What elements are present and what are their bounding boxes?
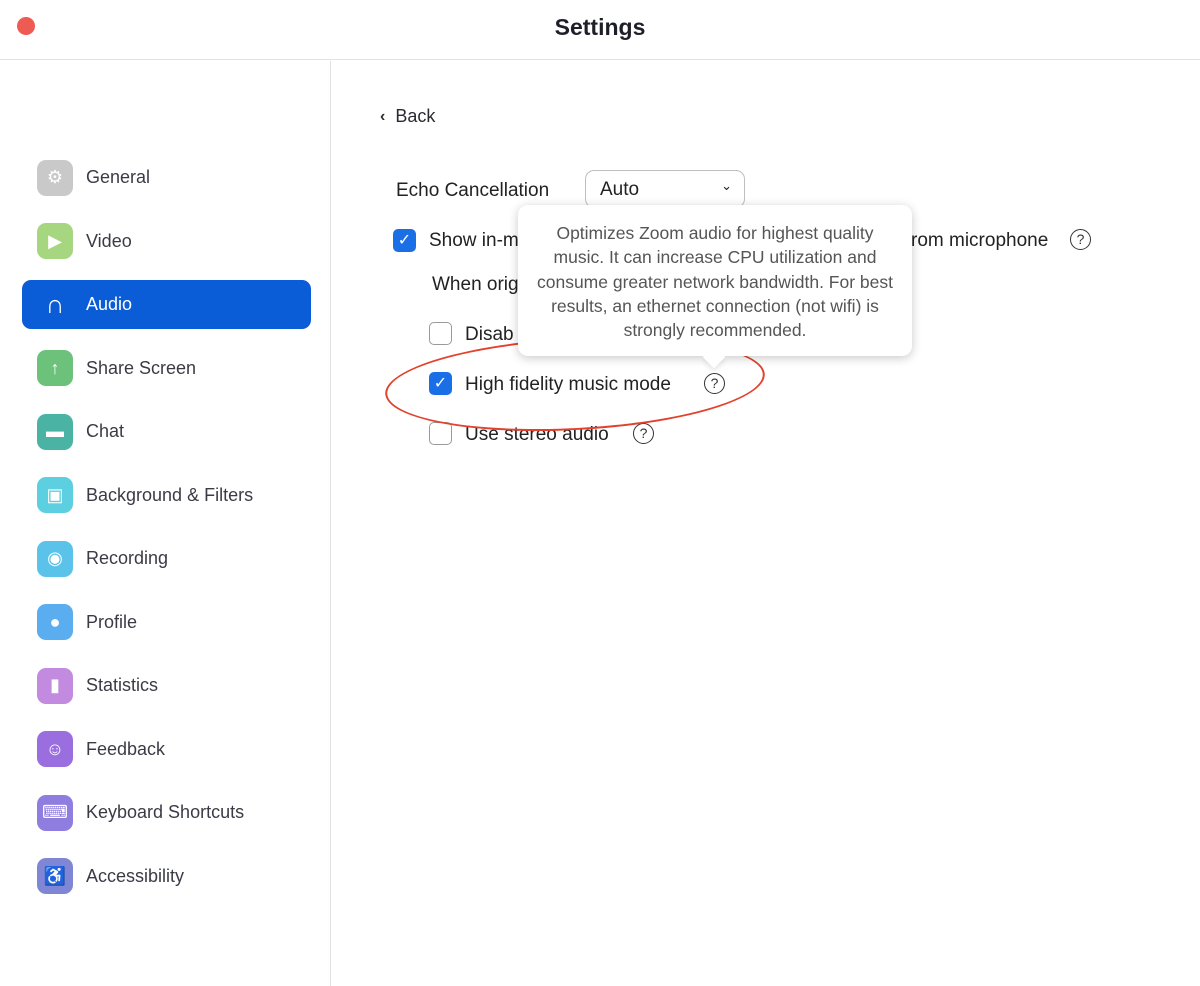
gear-icon: ⚙ <box>37 159 73 196</box>
back-label: Back <box>395 106 436 126</box>
disable-label: Disab <box>465 324 514 345</box>
share-screen-icon: ↑ <box>37 350 73 386</box>
high-fidelity-tooltip: Optimizes Zoom audio for highest quality… <box>518 205 912 356</box>
headphones-icon: ∩ <box>45 289 65 319</box>
sidebar-item-keyboard-shortcuts[interactable]: ⌨ Keyboard Shortcuts <box>22 788 311 837</box>
echo-cancellation-value: Auto <box>600 179 640 200</box>
sidebar-item-share-screen[interactable]: ↑ Share Screen <box>22 344 311 393</box>
echo-cancellation-select[interactable]: Auto ⌄ <box>585 170 745 208</box>
sidebar-item-label: Recording <box>86 548 169 568</box>
disable-checkbox[interactable] <box>429 322 452 345</box>
sidebar-item-feedback[interactable]: ☺ Feedback <box>22 725 311 774</box>
sidebar-item-statistics[interactable]: ▮ Statistics <box>22 661 311 710</box>
settings-sidebar: ⚙ General ▶ Video ∩ Audio ↑ Share Screen ▬ Chat ▣ B… <box>0 61 331 986</box>
chevron-down-icon: ⌄ <box>721 178 732 193</box>
sidebar-item-label: Audio <box>86 294 133 314</box>
stereo-audio-checkbox[interactable] <box>429 422 452 445</box>
chevron-left-icon: ‹ <box>380 107 386 125</box>
show-in-meeting-checkbox[interactable]: ✓ <box>393 229 416 252</box>
sidebar-item-label: Background & Filters <box>86 484 254 505</box>
smiley-icon: ☺ <box>37 731 73 767</box>
stereo-help-icon[interactable]: ? <box>633 423 654 444</box>
chat-bubble-icon: ▬ <box>37 413 73 450</box>
window-title: Settings <box>554 14 646 40</box>
help-icon[interactable]: ? <box>1070 229 1091 250</box>
sidebar-item-video[interactable]: ▶ Video <box>22 217 311 266</box>
original-sound-label: When orig <box>432 274 519 295</box>
sidebar-item-label: Keyboard Shortcuts <box>86 802 245 822</box>
echo-cancellation-label: Echo Cancellation <box>396 180 550 201</box>
show-in-meeting-label-end: rom microphone <box>911 230 1049 251</box>
sidebar-item-audio[interactable]: ∩ Audio <box>22 280 311 329</box>
background-icon: ▣ <box>37 477 73 513</box>
sidebar-item-label: Profile <box>86 611 138 632</box>
sidebar-item-label: General <box>86 167 151 187</box>
sidebar-item-background-filters[interactable]: ▣ Background & Filters <box>22 471 311 520</box>
back-button[interactable]: ‹ Back <box>380 106 435 127</box>
sidebar-item-label: Chat <box>86 421 125 441</box>
sidebar-item-label: Video <box>86 230 132 251</box>
title-bar: Settings <box>0 0 1200 60</box>
sidebar-item-label: Accessibility <box>86 865 185 886</box>
sidebar-item-general[interactable]: ⚙ General <box>22 153 311 202</box>
sidebar-item-label: Statistics <box>86 675 159 695</box>
sidebar-item-recording[interactable]: ◉ Recording <box>22 534 311 583</box>
bar-chart-icon: ▮ <box>37 667 73 704</box>
keyboard-icon: ⌨ <box>37 794 73 831</box>
record-icon: ◉ <box>37 540 73 577</box>
sidebar-item-chat[interactable]: ▬ Chat <box>22 407 311 456</box>
accessibility-icon: ♿ <box>37 858 73 894</box>
show-in-meeting-label: Show in-m <box>429 230 519 251</box>
video-camera-icon: ▶ <box>37 223 73 259</box>
sidebar-item-label: Share Screen <box>86 357 197 378</box>
profile-icon: ● <box>37 604 73 640</box>
sidebar-item-profile[interactable]: ● Profile <box>22 598 311 647</box>
sidebar-item-label: Feedback <box>86 738 166 759</box>
sidebar-item-accessibility[interactable]: ♿ Accessibility <box>22 852 311 901</box>
